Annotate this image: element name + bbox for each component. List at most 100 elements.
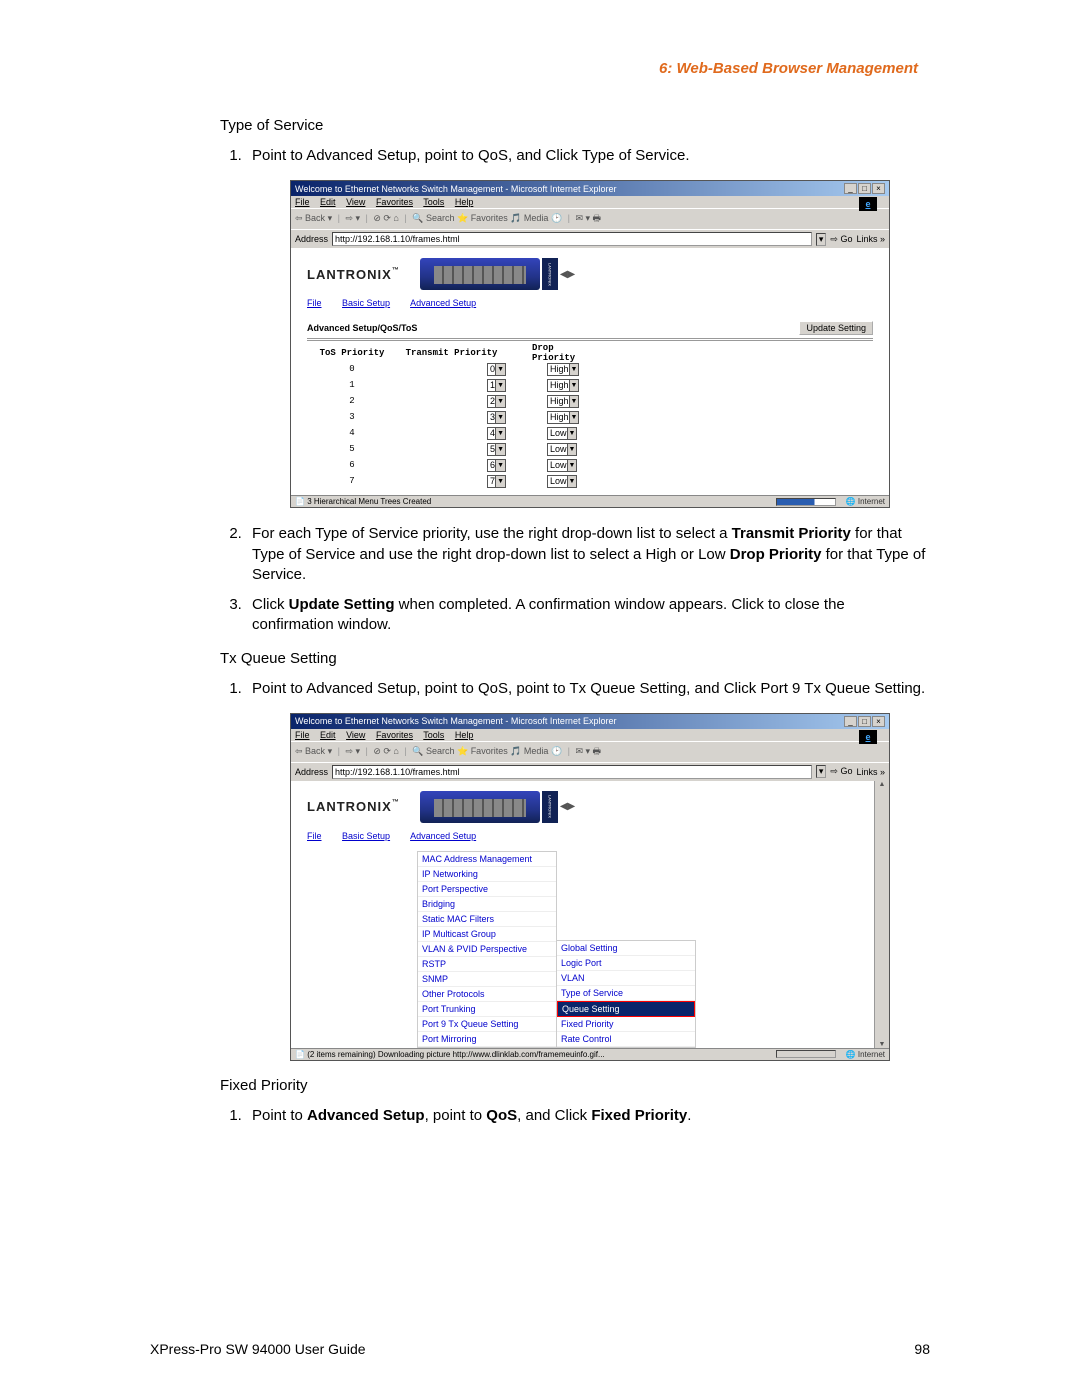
transmit-priority-select[interactable]: 4▼ [487,427,506,440]
breadcrumb: Advanced Setup/QoS/ToS [307,323,417,333]
maximize-icon[interactable]: □ [858,183,871,194]
menu-edit[interactable]: Edit [320,197,336,207]
minimize-icon[interactable]: _ [844,716,857,727]
adv-menu-item[interactable]: Port 9 Tx Queue Setting [418,1017,556,1032]
vertical-scrollbar[interactable]: ▲▼ [874,781,889,1048]
adv-menu-item[interactable]: IP Networking [418,867,556,882]
favorites-button[interactable]: Favorites [471,213,508,223]
section-type-of-service: Type of Service [220,117,930,134]
qos-submenu[interactable]: Global SettingLogic PortVLANType of Serv… [556,940,696,1048]
media-button[interactable]: Media [524,746,549,756]
ie-menubar-2[interactable]: File Edit View Favorites Tools Help e [291,729,889,741]
close-icon[interactable]: × [872,716,885,727]
adv-menu-item[interactable]: Port Mirroring [418,1032,556,1047]
qos-submenu-item[interactable]: Fixed Priority [557,1017,695,1032]
media-button[interactable]: Media [524,213,549,223]
transmit-priority-select[interactable]: 2▼ [487,395,506,408]
subnav-advanced-setup[interactable]: Advanced Setup [410,298,476,308]
adv-menu-item[interactable]: VLAN & PVID Perspective [418,942,556,957]
ie-address-bar-2[interactable]: Address http://192.168.1.10/frames.html … [291,762,889,781]
maximize-icon[interactable]: □ [858,716,871,727]
internet-zone: 🌐 Internet [846,497,885,506]
adv-menu-item[interactable]: Bridging [418,897,556,912]
search-button[interactable]: Search [426,746,455,756]
drop-priority-select[interactable]: Low▼ [547,459,577,472]
window-controls-2[interactable]: _□× [843,716,885,727]
transmit-priority-select[interactable]: 6▼ [487,459,506,472]
adv-menu-item[interactable]: MAC Address Management [418,852,556,867]
adv-menu-item[interactable]: Static MAC Filters [418,912,556,927]
qos-submenu-item[interactable]: Global Setting [557,941,695,956]
tos-row: 33▼High▼ [307,409,873,425]
address-dropdown-icon[interactable]: ▾ [816,765,827,778]
section-tx-queue: Tx Queue Setting [220,650,930,667]
drop-priority-select[interactable]: High▼ [547,395,579,408]
adv-menu-item[interactable]: Port Trunking [418,1002,556,1017]
menu-view[interactable]: View [346,197,365,207]
update-setting-button[interactable]: Update Setting [799,321,873,335]
nav-arrows-icon[interactable]: ◀▶ [560,269,575,280]
back-button[interactable]: Back [305,213,325,223]
menu-file[interactable]: File [295,730,310,740]
qos-submenu-item[interactable]: Queue Setting [557,1001,695,1017]
ie-toolbar[interactable]: ⇦ Back ▾ | ⇨ ▾ | ⊘ ⟳ ⌂ | 🔍 Search ⭐ Favo… [291,208,889,229]
menu-favorites[interactable]: Favorites [376,730,413,740]
drop-priority-select[interactable]: Low▼ [547,427,577,440]
transmit-priority-select[interactable]: 1▼ [487,379,506,392]
adv-menu-item[interactable]: RSTP [418,957,556,972]
subnav-basic-setup[interactable]: Basic Setup [342,298,390,308]
menu-favorites[interactable]: Favorites [376,197,413,207]
ie-address-bar[interactable]: Address http://192.168.1.10/frames.html … [291,229,889,248]
adv-menu-item[interactable]: Other Protocols [418,987,556,1002]
subnav-file[interactable]: File [307,831,322,841]
go-button[interactable]: ⇨ Go [830,766,852,777]
transmit-priority-select[interactable]: 3▼ [487,411,506,424]
transmit-priority-select[interactable]: 7▼ [487,475,506,488]
tos-col-header-priority: ToS Priority [307,348,397,358]
adv-menu-item[interactable]: Port Perspective [418,882,556,897]
drop-priority-select[interactable]: Low▼ [547,475,577,488]
transmit-priority-select[interactable]: 5▼ [487,443,506,456]
go-button[interactable]: ⇨ Go [830,234,852,245]
menu-help[interactable]: Help [455,730,474,740]
drop-priority-select[interactable]: High▼ [547,363,579,376]
ie-menubar[interactable]: File Edit View Favorites Tools Help e [291,196,889,208]
qos-submenu-item[interactable]: Type of Service [557,986,695,1001]
address-input[interactable]: http://192.168.1.10/frames.html [332,765,812,779]
back-button[interactable]: Back [305,746,325,756]
tos-step-3: Click Update Setting when completed. A c… [246,595,930,636]
menu-tools[interactable]: Tools [423,197,444,207]
advanced-setup-menu[interactable]: MAC Address ManagementIP NetworkingPort … [417,851,557,1048]
menu-help[interactable]: Help [455,197,474,207]
status-text-2: (2 items remaining) Downloading picture … [307,1050,604,1059]
adv-menu-item[interactable]: SNMP [418,972,556,987]
favorites-button[interactable]: Favorites [471,746,508,756]
qos-submenu-item[interactable]: Rate Control [557,1032,695,1047]
screenshot-tos: Welcome to Ethernet Networks Switch Mana… [290,180,890,508]
menu-file[interactable]: File [295,197,310,207]
window-controls[interactable]: _□× [843,183,885,194]
search-button[interactable]: Search [426,213,455,223]
subnav-advanced-setup[interactable]: Advanced Setup [410,831,476,841]
menu-edit[interactable]: Edit [320,730,336,740]
ie-toolbar-2[interactable]: ⇦ Back ▾ | ⇨ ▾ | ⊘ ⟳ ⌂ | 🔍 Search ⭐ Favo… [291,741,889,762]
switch-image [420,791,540,823]
subnav-basic-setup[interactable]: Basic Setup [342,831,390,841]
drop-priority-select[interactable]: High▼ [547,379,579,392]
menu-view[interactable]: View [346,730,365,740]
minimize-icon[interactable]: _ [844,183,857,194]
links-label[interactable]: Links » [856,767,885,777]
transmit-priority-select[interactable]: 0▼ [487,363,506,376]
drop-priority-select[interactable]: High▼ [547,411,579,424]
drop-priority-select[interactable]: Low▼ [547,443,577,456]
links-label[interactable]: Links » [856,234,885,244]
nav-arrows-icon[interactable]: ◀▶ [560,801,575,812]
qos-submenu-item[interactable]: VLAN [557,971,695,986]
subnav-file[interactable]: File [307,298,322,308]
qos-submenu-item[interactable]: Logic Port [557,956,695,971]
menu-tools[interactable]: Tools [423,730,444,740]
adv-menu-item[interactable]: IP Multicast Group [418,927,556,942]
close-icon[interactable]: × [872,183,885,194]
address-dropdown-icon[interactable]: ▾ [816,233,827,246]
address-input[interactable]: http://192.168.1.10/frames.html [332,232,812,246]
